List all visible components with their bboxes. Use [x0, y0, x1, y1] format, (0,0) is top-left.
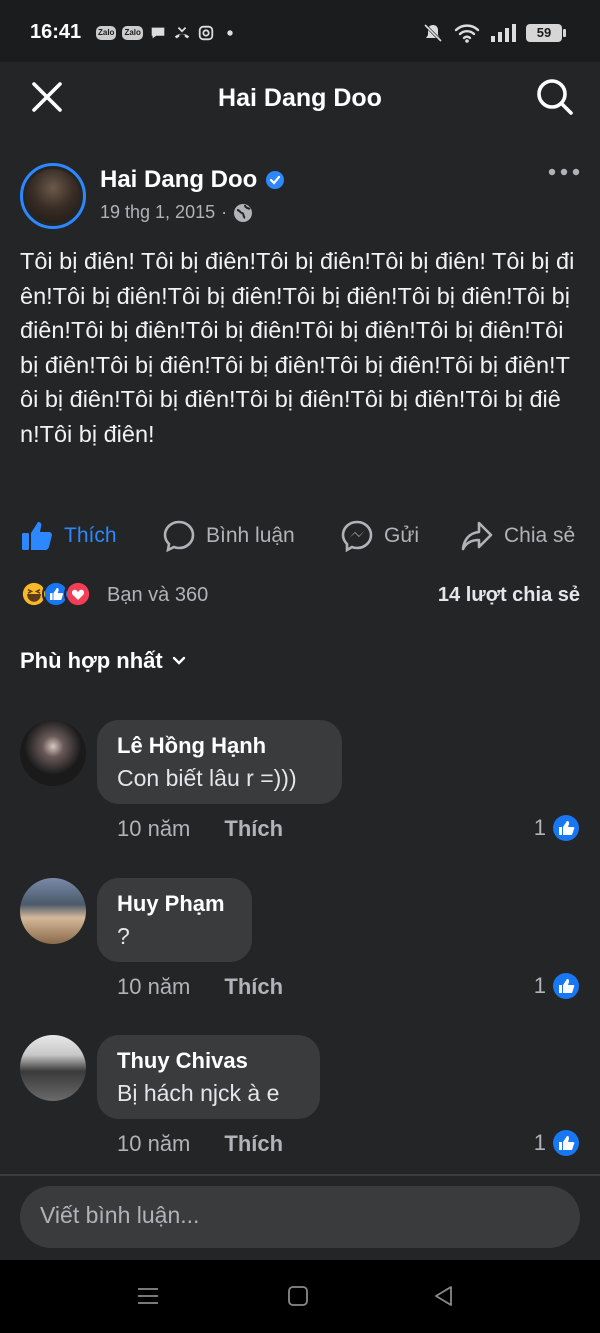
- chevron-down-icon: [172, 656, 185, 665]
- notification-icons: Zalo Zalo: [96, 24, 239, 42]
- comment-sort-dropdown[interactable]: Phù hợp nhất: [20, 648, 187, 674]
- send-button[interactable]: Gửi: [340, 512, 419, 560]
- comment-text: Con biết lâu r =))): [117, 765, 297, 791]
- like-reaction-icon: [553, 815, 579, 841]
- comment-like-button[interactable]: Thích: [224, 816, 283, 841]
- post-text: Tôi bị điên! Tôi bị điên!Tôi bị điên!Tôi…: [20, 248, 575, 447]
- battery-indicator: 59: [526, 24, 566, 42]
- comment-bubble[interactable]: Thuy Chivas Bị hách njck à e: [97, 1035, 320, 1119]
- comment-time: 10 năm: [117, 816, 191, 841]
- back-icon[interactable]: [432, 1284, 456, 1308]
- commenter-avatar[interactable]: [20, 720, 86, 786]
- commenter-avatar[interactable]: [20, 1035, 86, 1101]
- reactions-row: Bạn và 360 14 lượt chia sẻ: [20, 580, 580, 612]
- instagram-icon: [198, 25, 214, 41]
- comment-like-count[interactable]: 1: [534, 972, 580, 1000]
- comment-text: Bị hách njck à e: [117, 1080, 280, 1106]
- comment-button[interactable]: Bình luận: [162, 512, 295, 560]
- comment-text: ?: [117, 923, 130, 949]
- sort-label: Phù hợp nhất: [20, 648, 163, 673]
- comment-like-count[interactable]: 1: [534, 1129, 580, 1157]
- system-nav-bar: [0, 1260, 600, 1333]
- page-title: Hai Dang Doo: [218, 84, 382, 112]
- comment-like-count[interactable]: 1: [534, 814, 580, 842]
- comment-footer: 10 năm Thích: [117, 816, 283, 842]
- comment-time: 10 năm: [117, 1131, 191, 1156]
- author-avatar[interactable]: [20, 163, 86, 229]
- status-bar: 16:41 Zalo Zalo 59: [0, 0, 600, 62]
- like-reaction-icon: [553, 973, 579, 999]
- reaction-icons[interactable]: [20, 580, 92, 608]
- search-icon[interactable]: [534, 76, 576, 118]
- wifi-icon: [454, 24, 480, 43]
- author-name[interactable]: Hai Dang Doo: [100, 166, 257, 194]
- commenter-avatar[interactable]: [20, 878, 86, 944]
- share-button[interactable]: Chia sẻ: [460, 512, 575, 560]
- chat-icon: [151, 27, 165, 39]
- comment-item: Huy Phạm ? 10 năm Thích 1: [20, 878, 580, 1008]
- comment-item: Thuy Chivas Bị hách njck à e 10 năm Thích…: [20, 1035, 580, 1165]
- post-date[interactable]: 19 thg 1, 2015: [100, 202, 215, 223]
- commenter-name[interactable]: Huy Phạm: [117, 890, 232, 918]
- top-bar: Hai Dang Doo: [0, 62, 600, 134]
- post-actions: Thích Bình luận Gửi Chia sẻ: [20, 512, 580, 560]
- zalo-icon: Zalo: [96, 26, 117, 40]
- comment-icon: [163, 520, 195, 553]
- share-count[interactable]: 14 lượt chia sẻ: [438, 584, 580, 607]
- reaction-count[interactable]: Bạn và 360: [107, 584, 208, 607]
- comment-like-button[interactable]: Thích: [224, 974, 283, 999]
- share-label: Chia sẻ: [504, 524, 576, 547]
- verified-icon: [266, 171, 285, 189]
- avatar-image: [26, 169, 80, 223]
- globe-icon: [234, 203, 253, 222]
- like-label: Thích: [64, 524, 117, 547]
- comment-footer: 10 năm Thích: [117, 1131, 283, 1157]
- signal-icon: [491, 24, 516, 42]
- home-icon[interactable]: [286, 1284, 310, 1308]
- status-time: 16:41: [30, 21, 82, 43]
- missed-call-icon: [174, 26, 190, 39]
- commenter-name[interactable]: Lê Hồng Hạnh: [117, 732, 322, 760]
- comment-bubble[interactable]: Huy Phạm ?: [97, 878, 252, 962]
- zalo-icon: Zalo: [122, 26, 143, 40]
- like-count: 1: [533, 973, 546, 998]
- share-icon: [461, 521, 493, 551]
- messenger-icon: [341, 520, 373, 553]
- love-reaction-icon: [64, 580, 92, 608]
- comment-like-button[interactable]: Thích: [224, 1131, 283, 1156]
- like-icon: [22, 522, 52, 550]
- like-count: 1: [533, 1130, 546, 1155]
- comment-footer: 10 năm Thích: [117, 974, 283, 1000]
- system-icons: 59: [422, 22, 566, 44]
- comment-input[interactable]: Viết bình luận...: [20, 1186, 580, 1248]
- meta-separator: ·: [221, 202, 228, 222]
- mute-icon: [423, 23, 443, 43]
- comment-time: 10 năm: [117, 974, 191, 999]
- recent-apps-icon[interactable]: [136, 1284, 160, 1308]
- post-header: Hai Dang Doo 19 thg 1, 2015 ·: [20, 160, 580, 232]
- post-meta: 19 thg 1, 2015 ·: [100, 202, 253, 223]
- send-label: Gửi: [384, 524, 420, 547]
- like-count: 1: [533, 815, 546, 840]
- commenter-name[interactable]: Thuy Chivas: [117, 1047, 300, 1075]
- dot-icon: [227, 30, 233, 36]
- like-reaction-icon: [553, 1130, 579, 1156]
- comment-label: Bình luận: [206, 524, 295, 547]
- more-icon[interactable]: [548, 162, 580, 182]
- comment-item: Lê Hồng Hạnh Con biết lâu r =))) 10 năm T…: [20, 720, 580, 850]
- comment-bubble[interactable]: Lê Hồng Hạnh Con biết lâu r =))): [97, 720, 342, 804]
- author-name-row[interactable]: Hai Dang Doo: [100, 166, 285, 194]
- divider: [0, 1174, 600, 1176]
- like-button[interactable]: Thích: [20, 512, 117, 560]
